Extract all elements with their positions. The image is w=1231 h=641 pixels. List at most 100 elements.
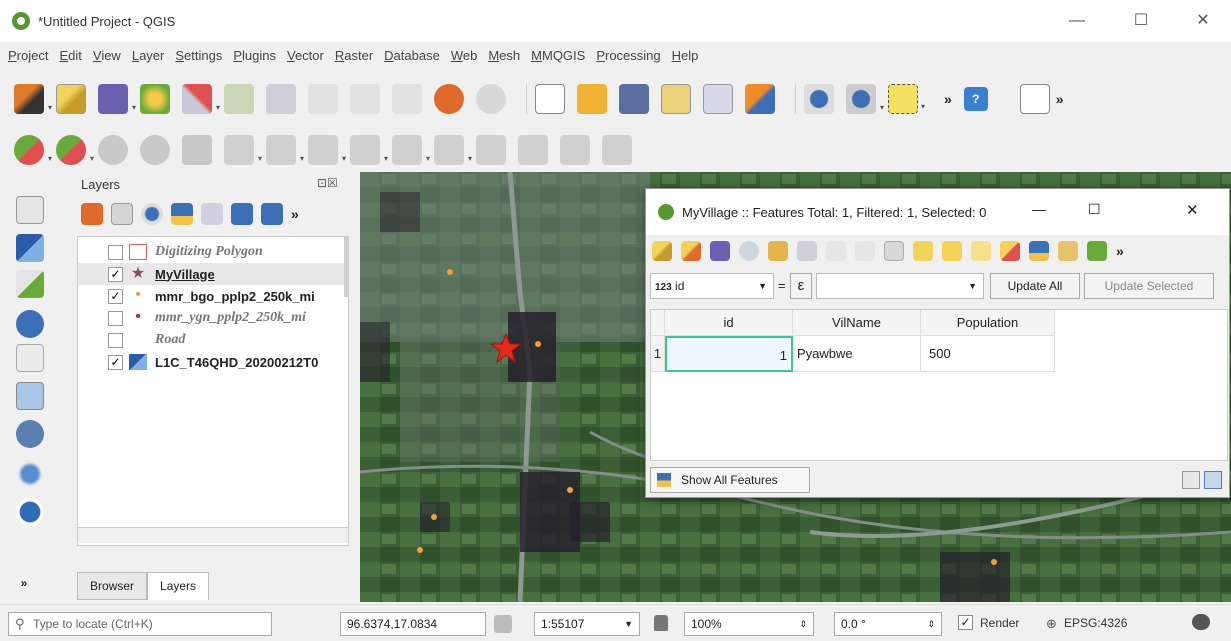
expression-select-icon[interactable] [913,241,933,261]
table-cell-vilname[interactable]: Pyawbwe [793,336,921,372]
minimize-button[interactable]: — [1062,8,1092,34]
expression-button[interactable]: ε [790,273,812,299]
show-all-features-button[interactable]: Show All Features [650,467,810,493]
layout-manager-icon[interactable] [703,84,733,114]
field-select[interactable]: 123 id ▼ [650,273,774,299]
layer-row-mmr-bgo[interactable]: ✓ • mmr_bgo_pplp2_250k_mi [78,285,348,307]
menu-database[interactable]: Database [384,48,440,63]
toggle-editing-icon[interactable] [652,241,672,261]
row-header[interactable]: 1 [651,336,665,372]
add-feature-icon[interactable] [768,241,788,261]
menu-view[interactable]: View [93,48,121,63]
style-manager-icon[interactable] [745,84,775,114]
save-edits-icon[interactable] [710,241,730,261]
map-tips-icon[interactable]: ▾ [846,84,884,114]
table-cell-population[interactable]: 500 [921,336,1055,372]
vertex-tool-icon[interactable]: ▾ [182,84,220,114]
layer-visibility-checkbox[interactable] [108,332,123,348]
add-wfs-icon[interactable] [16,498,44,526]
add-ring-icon[interactable]: ▾ [14,135,52,165]
more-tools-icon[interactable]: » [16,576,32,592]
menu-vector[interactable]: Vector [287,48,324,63]
horizontal-scrollbar[interactable] [78,527,348,543]
select-features-icon[interactable]: ▾ [888,84,925,114]
column-header-id[interactable]: id [665,310,793,336]
layer-visibility-checkbox[interactable] [108,244,123,260]
multi-edit-icon[interactable] [681,241,701,261]
collapse-all-icon[interactable] [261,203,283,225]
layer-visibility-checkbox[interactable] [108,310,123,326]
save-project-icon[interactable] [619,84,649,114]
style-manager-icon[interactable] [81,203,103,225]
attr-toolbar-overflow[interactable]: » [1116,243,1124,259]
offset-curve-icon[interactable]: ▾ [224,135,262,165]
lock-scale-icon[interactable] [654,615,668,631]
filter-legend-icon[interactable] [171,203,193,225]
layers-toolbar-overflow[interactable]: » [291,206,299,222]
cut-icon[interactable] [826,241,846,261]
toolbar-overflow-right[interactable]: » [1056,91,1064,107]
split-features-icon[interactable]: ▾ [308,135,346,165]
menu-settings[interactable]: Settings [175,48,222,63]
scale-field[interactable]: 1:55107 ▼ [534,612,640,636]
delete-feature-icon[interactable] [797,241,817,261]
redo-icon[interactable] [476,84,506,114]
menu-web[interactable]: Web [451,48,478,63]
layer-row-myvillage[interactable]: ✓ ★ MyVillage [78,263,348,285]
tab-browser[interactable]: Browser [77,572,148,600]
table-view-icon[interactable] [1204,471,1222,489]
layer-row-road[interactable]: Road [78,329,348,351]
identify-features-icon[interactable] [804,84,834,114]
coordinate-field[interactable]: 96.6374,17.0834 [340,612,486,636]
current-edits-icon[interactable]: ▾ [14,84,52,114]
pan-to-selected-icon[interactable] [1087,241,1107,261]
pin-labels-icon[interactable] [476,135,506,165]
update-all-button[interactable]: Update All [990,273,1080,299]
layer-row-mmr-ygn[interactable]: • mmr_ygn_pplp2_250k_mi [78,307,348,329]
reshape-features-icon[interactable] [182,135,212,165]
add-mesh-layer-icon[interactable] [16,270,44,298]
manage-visibility-icon[interactable] [141,203,163,225]
save-edits-icon[interactable]: ▾ [98,84,136,114]
menu-project[interactable]: Project [8,48,48,63]
tab-layers[interactable]: Layers [147,572,210,600]
attr-maximize-button[interactable]: ☐ [1088,201,1101,218]
move-selection-top-icon[interactable] [1058,241,1078,261]
toggle-extents-icon[interactable] [494,615,512,633]
add-virtual-layer-icon[interactable] [16,382,44,410]
expand-all-icon[interactable] [231,203,253,225]
menu-help[interactable]: Help [672,48,699,63]
menu-plugins[interactable]: Plugins [233,48,276,63]
rotate-features-icon[interactable]: ▾ [392,135,430,165]
messages-icon[interactable] [1192,614,1210,630]
magnifier-field[interactable]: 100% ⇕ [684,612,814,636]
crs-button[interactable]: EPSG:4326 [1064,616,1127,630]
layer-row-raster[interactable]: ✓ L1C_T46QHD_20200212T0 [78,351,348,373]
undo-icon[interactable] [434,84,464,114]
menu-edit[interactable]: Edit [59,48,81,63]
form-view-icon[interactable] [1182,471,1200,489]
copy-features-icon[interactable] [350,84,380,114]
reload-table-icon[interactable] [739,241,759,261]
move-label-icon[interactable] [602,135,632,165]
add-spatialite-icon[interactable] [16,344,44,372]
layer-visibility-checkbox[interactable]: ✓ [108,354,123,370]
toggle-editing-icon[interactable] [56,84,86,114]
cut-features-icon[interactable] [308,84,338,114]
add-vector-layer-icon[interactable] [16,196,44,224]
add-point-feature-icon[interactable] [140,84,170,114]
toolbar-overflow[interactable]: » [944,91,952,107]
modify-attributes-icon[interactable] [224,84,254,114]
menu-mesh[interactable]: Mesh [488,48,520,63]
delete-selected-icon[interactable] [266,84,296,114]
menu-processing[interactable]: Processing [596,48,660,63]
attr-minimize-button[interactable]: — [1032,201,1046,217]
copy-icon[interactable] [855,241,875,261]
new-project-icon[interactable] [535,84,565,114]
add-raster-layer-icon[interactable] [16,234,44,262]
table-cell-id[interactable]: 1 [665,336,793,372]
add-postgis-icon[interactable] [16,420,44,448]
maximize-button[interactable]: ☐ [1126,8,1156,34]
fill-ring-icon[interactable]: ▾ [56,135,94,165]
pan-map-icon[interactable] [1019,84,1050,114]
